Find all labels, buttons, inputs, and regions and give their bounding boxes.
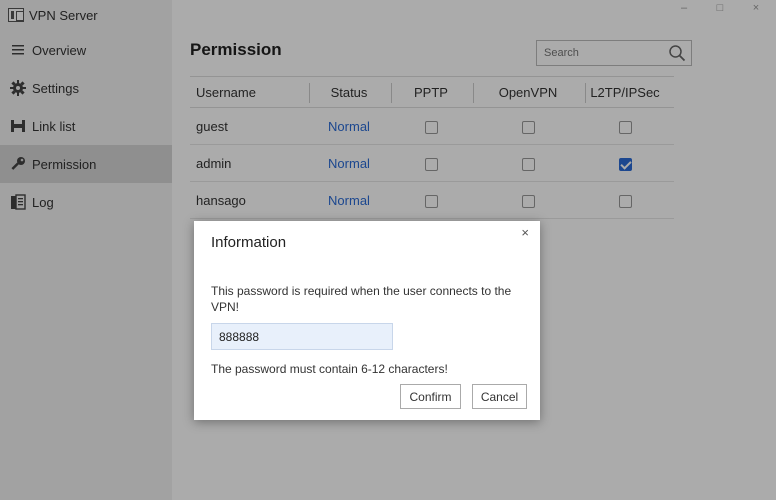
dialog-title: Information [211,234,287,251]
confirm-button[interactable]: Confirm [400,384,461,409]
dialog-message: This password is required when the user … [211,284,512,314]
maximize-button[interactable]: □ [714,2,726,14]
dialog-close-button[interactable]: × [521,225,529,240]
close-window-button[interactable]: × [750,2,762,14]
information-dialog: Information × This password is required … [194,221,540,420]
window-controls: – □ × [678,2,762,14]
cancel-button[interactable]: Cancel [472,384,527,409]
password-input[interactable] [211,323,393,350]
minimize-button[interactable]: – [678,2,690,14]
password-hint: The password must contain 6-12 character… [211,362,448,376]
